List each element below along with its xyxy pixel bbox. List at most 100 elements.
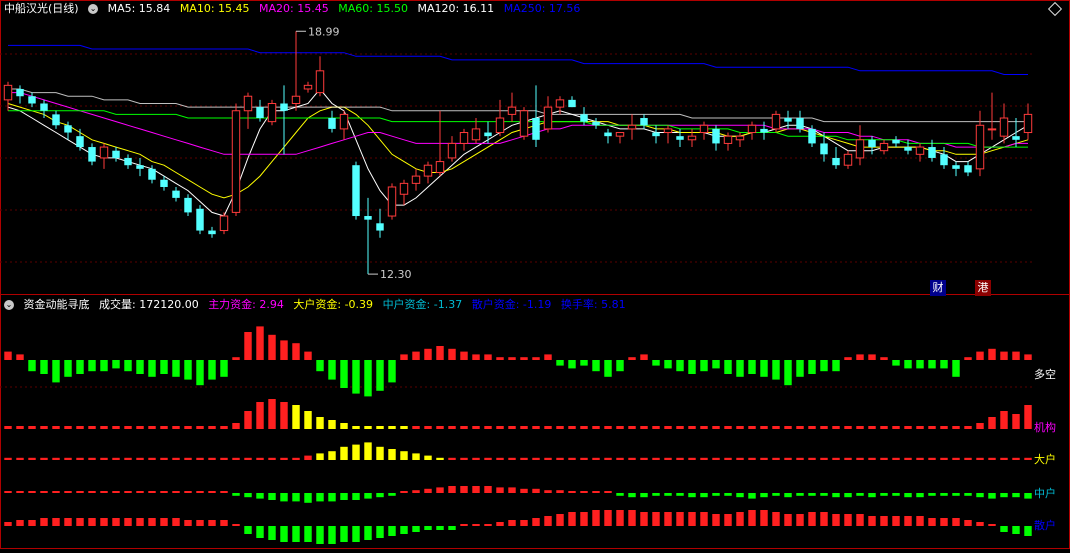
candle-body (196, 208, 204, 231)
fund-bar-散户 (40, 518, 48, 526)
fund-bar-机构 (832, 426, 840, 429)
fund-bar-大户 (904, 457, 912, 460)
fund-bar-多空 (124, 360, 132, 372)
fund-bar-多空 (376, 360, 384, 391)
fund-bar-散户 (76, 518, 84, 526)
indicator-circle-icon[interactable]: ⌄ (4, 300, 14, 310)
candle-body (687, 135, 697, 141)
retail-fund-label: 散户资金: -1.19 (471, 298, 552, 311)
fund-bar-中户 (64, 491, 72, 493)
fund-bar-散户 (316, 526, 324, 544)
fund-bar-机构 (460, 426, 468, 429)
fund-bar-中户 (736, 493, 744, 498)
fund-bar-大户 (520, 457, 528, 460)
fund-bar-大户 (700, 457, 708, 460)
sanhu-label: 散户 (1034, 519, 1056, 532)
fund-bar-机构 (148, 426, 156, 429)
candle-body (88, 147, 96, 162)
fund-bar-散户 (88, 518, 96, 526)
candle-body (291, 95, 301, 104)
fund-bar-中户 (88, 491, 96, 493)
fund-bar-散户 (796, 514, 804, 526)
fund-bar-大户 (184, 457, 192, 460)
fund-bar-机构 (472, 426, 480, 429)
fund-bar-散户 (232, 524, 240, 526)
fund-bar-多空 (52, 360, 60, 383)
fund-bar-机构 (724, 426, 732, 429)
fund-bar-中户 (640, 493, 648, 498)
fund-bar-多空 (640, 354, 648, 360)
fund-bar-多空 (736, 360, 744, 377)
candle-body (543, 106, 553, 130)
candle-body (760, 128, 768, 133)
fund-bar-机构 (424, 426, 432, 429)
fund-bar-多空 (148, 360, 156, 377)
fund-bar-机构 (1024, 405, 1032, 429)
fund-bar-多空 (568, 360, 576, 369)
fund-bar-中户 (172, 491, 180, 493)
fund-bar-机构 (604, 426, 612, 429)
fund-bar-大户 (16, 457, 24, 460)
fund-bar-多空 (40, 360, 48, 374)
candle-body (435, 161, 445, 173)
candle-body (615, 132, 625, 137)
candle-body (112, 150, 120, 158)
candle-body (1012, 136, 1020, 140)
fund-bar-散户 (484, 524, 492, 526)
fund-bar-机构 (700, 426, 708, 429)
fund-bar-多空 (64, 360, 72, 377)
fund-bar-散户 (196, 520, 204, 526)
fund-bar-中户 (964, 493, 972, 496)
fund-bar-机构 (676, 426, 684, 429)
ma20-label: MA20: 15.45 (259, 2, 329, 15)
fund-bar-大户 (760, 457, 768, 460)
fund-bar-大户 (784, 457, 792, 460)
volume-label: 成交量: 172120.00 (99, 298, 199, 311)
fund-bar-中户 (508, 487, 516, 493)
fund-bar-中户 (952, 493, 960, 496)
fund-bar-多空 (880, 357, 888, 360)
fund-bar-散户 (52, 518, 60, 526)
candle-body (580, 114, 588, 122)
fund-bar-多空 (208, 360, 216, 380)
gang-badge[interactable]: 港 (975, 280, 991, 296)
fund-bar-散户 (856, 514, 864, 526)
fund-bar-多空 (1012, 351, 1020, 360)
candle-body (747, 124, 757, 134)
candle-body (519, 110, 529, 137)
ma10-label: MA10: 15.45 (179, 2, 250, 15)
fund-bar-机构 (580, 426, 588, 429)
fund-bar-散户 (892, 516, 900, 526)
fund-bar-中户 (916, 493, 924, 498)
candle-body (879, 142, 889, 152)
settings-circle-icon[interactable]: ⌄ (88, 4, 99, 14)
fund-bar-散户 (328, 526, 336, 544)
fund-bar-中户 (784, 493, 792, 498)
fund-bar-多空 (472, 354, 480, 360)
fund-bar-中户 (400, 491, 408, 493)
fund-bar-散户 (772, 512, 780, 526)
ma60-label: MA60: 15.50 (338, 2, 408, 15)
fund-bar-多空 (220, 360, 228, 377)
fund-bar-多空 (940, 360, 948, 369)
fund-bar-散户 (700, 512, 708, 526)
cai-badge[interactable]: 财 (930, 280, 946, 296)
fund-bar-多空 (520, 357, 528, 360)
fund-bar-散户 (760, 510, 768, 526)
fund-bar-机构 (496, 426, 504, 429)
fund-bar-中户 (856, 493, 864, 496)
fund-bar-中户 (472, 486, 480, 493)
fund-bar-机构 (364, 426, 372, 429)
fund-bar-中户 (628, 493, 636, 498)
fund-bar-机构 (172, 426, 180, 429)
fund-bar-中户 (760, 493, 768, 498)
fund-bar-大户 (280, 457, 288, 460)
fund-bar-大户 (304, 455, 312, 460)
fund-bar-机构 (760, 426, 768, 429)
fund-bar-散户 (844, 514, 852, 526)
fund-bar-中户 (388, 493, 396, 496)
fund-bar-中户 (148, 491, 156, 493)
fund-bar-多空 (1000, 351, 1008, 360)
fund-bar-中户 (520, 488, 528, 493)
fund-bar-机构 (340, 423, 348, 429)
